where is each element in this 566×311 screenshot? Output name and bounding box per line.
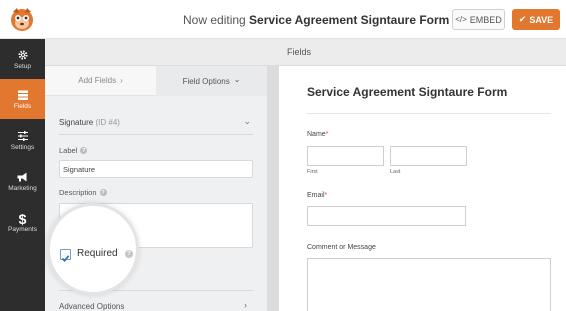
label-input-value: Signature bbox=[63, 165, 96, 174]
first-sublabel: First bbox=[307, 169, 318, 175]
first-name-input[interactable] bbox=[307, 146, 384, 166]
sidebar-item-label: Fields bbox=[13, 102, 32, 110]
sidebar-item-label: Settings bbox=[10, 143, 35, 151]
label-caption-text: Label bbox=[59, 146, 78, 155]
sidebar-item-settings[interactable]: Settings bbox=[0, 120, 45, 160]
advanced-options-toggle[interactable]: Advanced Options bbox=[59, 302, 124, 311]
megaphone-icon bbox=[17, 172, 27, 181]
sidebar-item-setup[interactable]: Setup bbox=[0, 39, 45, 79]
email-label: Email* bbox=[307, 192, 327, 199]
dollar-icon: $ bbox=[18, 210, 27, 227]
required-checkbox[interactable] bbox=[60, 249, 71, 262]
required-magnifier: Required ? bbox=[47, 203, 139, 295]
tab-label: Field Options bbox=[182, 76, 230, 86]
field-group-header[interactable]: Signature (ID #4) ⌄ bbox=[45, 106, 267, 128]
help-icon[interactable]: ? bbox=[99, 189, 107, 196]
fields-title: Fields bbox=[287, 47, 312, 57]
divider bbox=[307, 113, 551, 114]
embed-label: EMBED bbox=[469, 14, 502, 25]
wpforms-editor: Now editing Service Agreement Signtaure … bbox=[0, 0, 566, 311]
label-input[interactable]: Signature bbox=[59, 160, 253, 178]
chevron-right-icon: › bbox=[120, 76, 123, 85]
form-name: Service Agreement Signtaure Form bbox=[249, 13, 450, 27]
sidebar-item-marketing[interactable]: Marketing bbox=[0, 161, 45, 201]
save-label: SAVE bbox=[529, 14, 554, 25]
comment-label: Comment or Message bbox=[307, 244, 376, 251]
field-name: Signature bbox=[59, 118, 94, 127]
sliders-icon bbox=[17, 130, 28, 141]
chevron-right-icon: › bbox=[244, 300, 247, 310]
last-name-input[interactable] bbox=[390, 146, 467, 166]
field-group-title: Signature (ID #4) bbox=[59, 118, 120, 127]
tab-add-fields[interactable]: Add Fields › bbox=[45, 66, 156, 96]
description-caption: Description ? bbox=[59, 188, 107, 197]
required-mark: * bbox=[324, 192, 328, 199]
help-icon[interactable]: ? bbox=[80, 147, 88, 154]
form-title: Service Agreement Signtaure Form bbox=[307, 85, 508, 99]
email-input[interactable] bbox=[307, 206, 466, 226]
editing-title: Now editing Service Agreement Signtaure … bbox=[183, 13, 449, 27]
last-sublabel: Last bbox=[390, 169, 401, 175]
panel-scrollbar[interactable] bbox=[267, 66, 279, 311]
required-mark: * bbox=[325, 131, 329, 138]
code-icon: </> bbox=[455, 15, 467, 24]
description-caption-text: Description bbox=[59, 188, 97, 197]
required-label: Required bbox=[77, 248, 118, 259]
form-preview: Service Agreement Signtaure Form Name* F… bbox=[279, 66, 566, 311]
wpforms-logo-icon bbox=[7, 4, 37, 34]
fields-header: Fields bbox=[45, 39, 566, 66]
checkmark-icon bbox=[61, 255, 70, 262]
editing-prefix: Now editing bbox=[183, 13, 246, 27]
email-label-text: Email bbox=[307, 192, 325, 199]
builder-sidebar: Setup Fields Settings Marketing $ Paymen… bbox=[0, 39, 45, 311]
sidebar-item-label: Marketing bbox=[8, 184, 37, 192]
name-label: Name* bbox=[307, 131, 328, 138]
gear-icon bbox=[18, 50, 27, 59]
check-icon: ✔ bbox=[518, 14, 527, 24]
embed-button[interactable]: </> EMBED bbox=[452, 9, 505, 30]
sidebar-item-label: Payments bbox=[8, 225, 37, 233]
label-caption: Label ? bbox=[59, 146, 88, 155]
comment-textarea[interactable] bbox=[307, 258, 551, 311]
save-button[interactable]: ✔ SAVE bbox=[512, 9, 560, 30]
sidebar-item-payments[interactable]: $ Payments bbox=[0, 202, 45, 242]
top-header: Now editing Service Agreement Signtaure … bbox=[0, 0, 566, 39]
name-label-text: Name bbox=[307, 131, 326, 138]
tab-label: Add Fields bbox=[78, 76, 117, 85]
sidebar-item-fields[interactable]: Fields bbox=[0, 79, 45, 119]
sidebar-item-label: Setup bbox=[14, 62, 31, 70]
field-id: (ID #4) bbox=[95, 118, 120, 127]
collapse-chevron-icon[interactable]: ⌄ bbox=[243, 116, 251, 127]
tab-field-options[interactable]: Field Options ⌄ bbox=[156, 66, 267, 96]
divider bbox=[59, 134, 253, 135]
panel-tabs: Add Fields › Field Options ⌄ bbox=[45, 66, 267, 96]
chevron-down-icon: ⌄ bbox=[233, 74, 241, 84]
fields-icon bbox=[17, 90, 28, 100]
help-icon[interactable]: ? bbox=[125, 250, 133, 258]
